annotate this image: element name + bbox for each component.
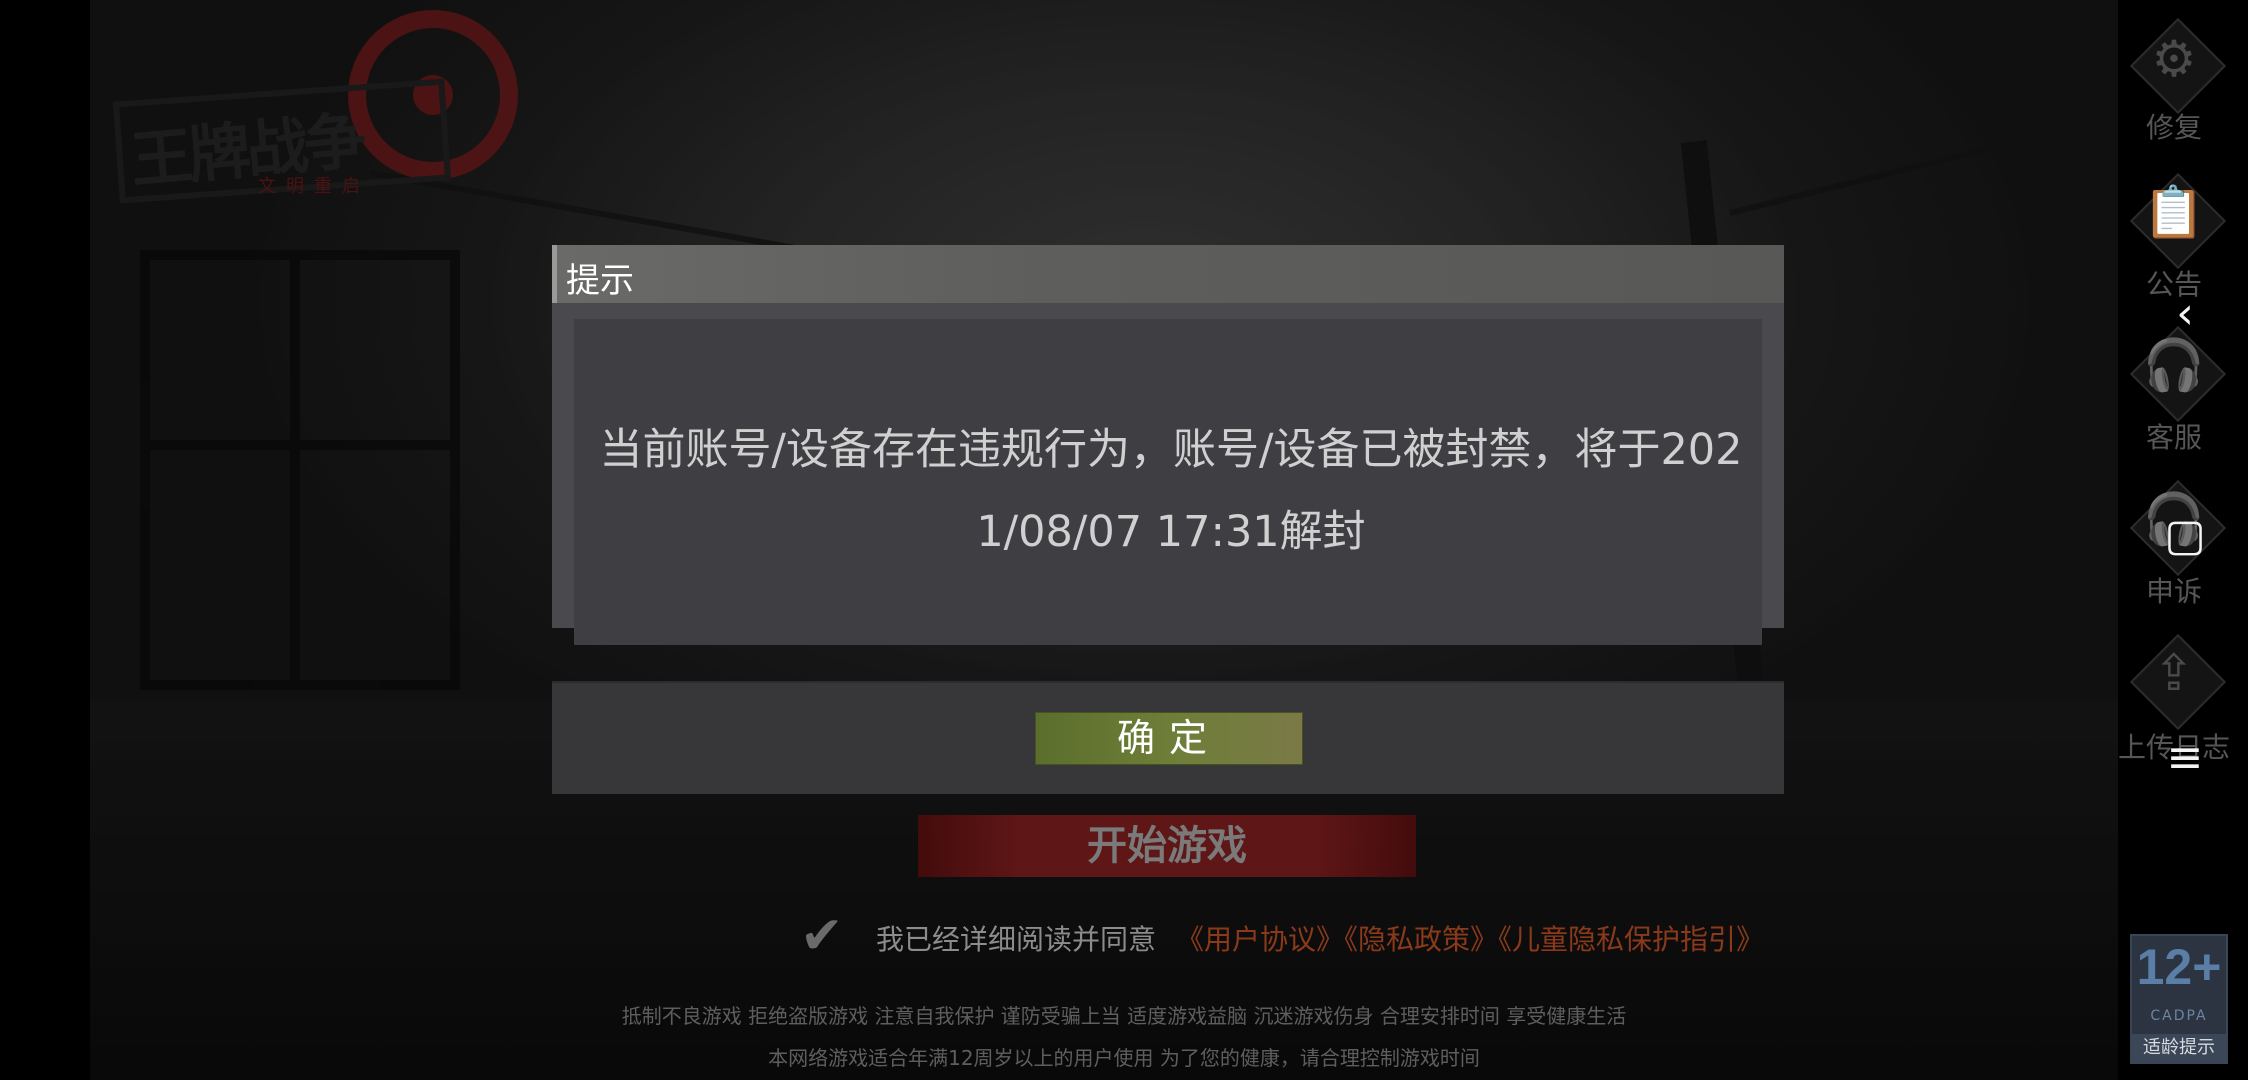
agreement-checkbox[interactable]: ✔ xyxy=(800,910,844,962)
age-rating-badge: 12+ CADPA 适龄提示 xyxy=(2130,934,2228,1064)
clipboard-icon: 📋 xyxy=(2142,183,2206,241)
age-rating-org: CADPA xyxy=(2150,1008,2208,1024)
dialog-message-panel: 当前账号/设备存在违规行为，账号/设备已被封禁，将于202 1/08/07 17… xyxy=(574,319,1762,645)
upload-icon: ⇪ xyxy=(2153,644,2195,702)
game-logo: 王牌战争 文明重启 xyxy=(108,10,518,220)
dialog-header: 提示 xyxy=(552,245,1784,303)
game-login-screen: 王牌战争 文明重启 开始游戏 ✔ 我已经详细阅读并同意 《用户协议》《隐私政策》… xyxy=(0,0,2248,1080)
start-game-button[interactable]: 开始游戏 xyxy=(918,815,1416,877)
dialog-message-line2: 1/08/07 17:31解封 xyxy=(976,507,1366,557)
side-item-repair[interactable]: ⚙ 修复 xyxy=(2112,10,2236,150)
headset-icon: 🎧 xyxy=(2142,336,2206,394)
dialog-title: 提示 xyxy=(566,261,634,301)
agreement-text: 我已经详细阅读并同意 xyxy=(876,923,1157,956)
logo-subtitle: 文明重启 xyxy=(258,176,370,197)
dialog-message-line1: 当前账号/设备存在违规行为，账号/设备已被封禁，将于202 xyxy=(599,425,1743,475)
ban-notice-dialog: 提示 当前账号/设备存在违规行为，账号/设备已被封禁，将于202 1/08/07… xyxy=(552,245,1784,794)
side-item-notice[interactable]: 📋 公告 xyxy=(2112,165,2236,305)
side-item-label: 申诉 xyxy=(2145,575,2202,608)
side-item-label: 客服 xyxy=(2145,421,2202,454)
health-notice-line2: 本网络游戏适合年满12周岁以上的用户使用 为了您的健康，请合理控制游戏时间 xyxy=(768,1046,1480,1070)
dialog-footer: 确定 xyxy=(552,681,1784,794)
agreement-links[interactable]: 《用户协议》《隐私政策》《儿童隐私保护指引》 xyxy=(1176,918,1764,958)
confirm-button[interactable]: 确定 xyxy=(1035,712,1303,765)
dialog-body: 当前账号/设备存在违规行为，账号/设备已被封禁，将于202 1/08/07 17… xyxy=(552,303,1784,645)
home-nav-icon[interactable]: ▢ xyxy=(2150,510,2220,561)
age-rating-caption: 适龄提示 xyxy=(2132,1034,2226,1062)
back-nav-icon[interactable]: ‹ xyxy=(2150,288,2220,339)
age-rating: 12+ xyxy=(2136,939,2222,995)
side-item-service[interactable]: 🎧 客服 xyxy=(2112,318,2236,458)
health-notice-line1: 抵制不良游戏 拒绝盗版游戏 注意自我保护 谨防受骗上当 适度游戏益脑 沉迷游戏伤… xyxy=(621,1004,1627,1028)
menu-nav-icon[interactable]: ≡ xyxy=(2150,732,2220,783)
dialog-message: 当前账号/设备存在违规行为，账号/设备已被封禁，将于202 1/08/07 17… xyxy=(582,409,1760,573)
side-item-label: 修复 xyxy=(2145,111,2202,144)
gears-icon: ⚙ xyxy=(2151,30,2197,88)
